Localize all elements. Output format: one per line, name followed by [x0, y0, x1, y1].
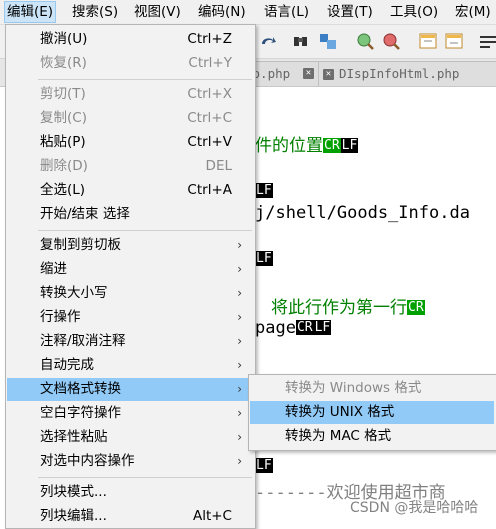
menu-item-copy-to-clipboard[interactable]: 复制到剪切板 › — [7, 234, 254, 257]
sync-horizontal-icon[interactable] — [444, 31, 464, 51]
menu-item-eol-conversion[interactable]: 文档格式转换 › — [7, 378, 254, 401]
chevron-right-icon: › — [237, 358, 242, 372]
zoom-out-icon[interactable] — [381, 31, 401, 51]
menu-item-column-mode[interactable]: 列块模式... — [7, 481, 254, 504]
lf-marker: LF — [255, 251, 273, 266]
menu-separator — [38, 230, 252, 231]
menu-tools[interactable]: 工具(O) — [388, 3, 440, 21]
menu-settings[interactable]: 设置(T) — [325, 3, 375, 21]
code-line: LF — [255, 249, 273, 269]
code-line: 件的位置CR LF — [255, 136, 359, 156]
menu-item-copy[interactable]: 复制(C) Ctrl+C — [7, 107, 254, 130]
menu-item-blank-operations[interactable]: 空白字符操作 › — [7, 402, 254, 425]
code-line: 将此行作为第一行CR — [271, 298, 425, 318]
chevron-right-icon: › — [237, 406, 242, 420]
code-line: LF — [255, 456, 273, 476]
tab-file-2[interactable]: ✕ DIspInfoHtml.php — [318, 61, 496, 86]
menu-item-redo[interactable]: 恢复(R) Ctrl+Y — [7, 52, 254, 75]
chevron-right-icon: › — [237, 286, 242, 300]
lf-marker: LF — [313, 320, 332, 335]
chevron-right-icon: › — [237, 382, 242, 396]
menu-item-select-all[interactable]: 全选(L) Ctrl+A — [7, 179, 254, 202]
sync-vertical-icon[interactable] — [418, 31, 438, 51]
cr-marker: CR — [407, 300, 425, 315]
menu-view[interactable]: 视图(V) — [132, 3, 183, 21]
lf-marker: LF — [255, 458, 273, 473]
submenu-item-unix-format[interactable]: 转换为 UNIX 格式 — [250, 401, 494, 424]
eol-conversion-submenu: 转换为 Windows 格式 转换为 UNIX 格式 转换为 MAC 格式 — [248, 374, 496, 451]
zoom-in-icon[interactable] — [355, 31, 375, 51]
chevron-right-icon: › — [237, 310, 242, 324]
chevron-right-icon: › — [237, 238, 242, 252]
close-icon[interactable]: ✕ — [323, 69, 334, 80]
menu-item-delete[interactable]: 删除(D) DEL — [7, 155, 254, 178]
code-line: j/shell/Goods_Info.da — [255, 203, 470, 223]
menu-item-paste-special[interactable]: 选择性粘贴 › — [7, 426, 254, 449]
chevron-right-icon: › — [237, 262, 242, 276]
menu-item-comment[interactable]: 注释/取消注释 › — [7, 330, 254, 353]
menu-bar: 编辑(E) 搜索(S) 视图(V) 编码(N) 语言(L) 设置(T) 工具(O… — [0, 0, 496, 25]
menu-item-cut[interactable]: 剪切(T) Ctrl+X — [7, 83, 254, 106]
menu-item-undo[interactable]: 撤消(U) Ctrl+Z — [7, 28, 254, 51]
menu-language[interactable]: 语言(L) — [262, 3, 311, 21]
chevron-right-icon: › — [237, 334, 242, 348]
menu-separator — [38, 79, 252, 80]
cr-marker: CR — [323, 138, 341, 153]
edit-menu: 撤消(U) Ctrl+Z 恢复(R) Ctrl+Y 剪切(T) Ctrl+X 复制(C… — [5, 24, 256, 529]
menu-item-paste[interactable]: 粘贴(P) Ctrl+V — [7, 131, 254, 154]
menu-macro[interactable]: 宏(M) — [453, 3, 493, 21]
menu-separator — [38, 477, 252, 478]
menu-item-on-selection[interactable]: 对选中内容操作 › — [7, 450, 254, 473]
submenu-item-windows-format[interactable]: 转换为 Windows 格式 — [250, 377, 494, 400]
menu-item-begin-end-select[interactable]: 开始/结束 选择 — [7, 203, 254, 226]
word-wrap-icon[interactable] — [478, 31, 496, 51]
code-line: LF — [255, 181, 273, 201]
menu-item-indent[interactable]: 缩进 › — [7, 258, 254, 281]
redo-icon[interactable] — [258, 31, 278, 51]
find-icon[interactable] — [291, 31, 311, 51]
lf-marker: LF — [255, 183, 273, 198]
lf-marker: LF — [340, 138, 359, 153]
cr-marker: CR — [295, 320, 314, 335]
tab-label: DIspInfoHtml.php — [339, 66, 460, 81]
menu-search[interactable]: 搜索(S) — [70, 3, 120, 21]
menu-encoding[interactable]: 编码(N) — [196, 3, 248, 21]
submenu-item-mac-format[interactable]: 转换为 MAC 格式 — [250, 425, 494, 448]
code-line: pageCR LF — [255, 318, 332, 338]
watermark: CSDN @我是哈哈哈 — [350, 500, 479, 516]
chevron-right-icon: › — [237, 454, 242, 468]
replace-icon[interactable] — [318, 31, 338, 51]
menu-item-line-operations[interactable]: 行操作 › — [7, 306, 254, 329]
menu-item-auto-complete[interactable]: 自动完成 › — [7, 354, 254, 377]
menu-item-convert-case[interactable]: 转换大小写 › — [7, 282, 254, 305]
menu-item-column-editor[interactable]: 列块编辑... Alt+C — [7, 505, 254, 528]
chevron-right-icon: › — [237, 430, 242, 444]
close-icon[interactable]: ✕ — [303, 68, 314, 79]
menu-edit[interactable]: 编辑(E) — [4, 1, 57, 23]
